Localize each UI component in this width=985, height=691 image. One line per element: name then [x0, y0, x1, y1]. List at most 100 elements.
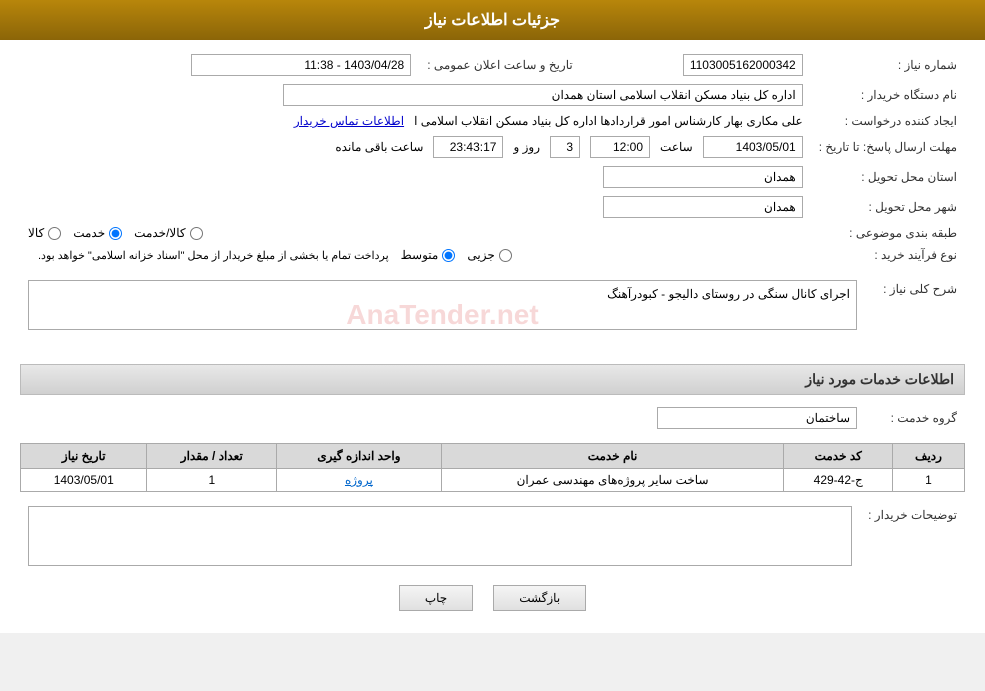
col-date: تاریخ نیاز: [21, 444, 147, 469]
info-table: شماره نیاز : 1103005162000342 تاریخ و سا…: [20, 50, 965, 266]
creator-text: علی مکاری بهار کارشناس امور قراردادها اد…: [414, 114, 803, 128]
category-kala-khadamat-item: کالا/خدمت: [134, 226, 202, 240]
print-button[interactable]: چاپ: [399, 585, 473, 611]
cell-service-code: ج-42-429: [784, 469, 893, 492]
need-number-label: شماره نیاز :: [811, 50, 965, 80]
buyer-desc-row: توضیحات خریدار :: [20, 502, 965, 573]
page-wrapper: جزئیات اطلاعات نیاز شماره نیاز : 1103005…: [0, 0, 985, 633]
cell-service-name: ساخت سایر پروژه‌های مهندسی عمران: [441, 469, 784, 492]
process-note: پرداخت تمام یا بخشی از مبلغ خریدار از مح…: [38, 249, 389, 262]
col-service-name: نام خدمت: [441, 444, 784, 469]
services-table: ردیف کد خدمت نام خدمت واحد اندازه گیری ت…: [20, 443, 965, 492]
service-group-value-cell: ساختمان: [20, 403, 865, 433]
process-label: نوع فرآیند خرید :: [811, 244, 965, 266]
table-header-row: ردیف کد خدمت نام خدمت واحد اندازه گیری ت…: [21, 444, 965, 469]
page-title: جزئیات اطلاعات نیاز: [425, 12, 560, 29]
need-number-value: 1103005162000342: [581, 50, 811, 80]
category-options: کالا خدمت کالا/خدمت: [20, 222, 811, 244]
process-radio-group: پرداخت تمام یا بخشی از مبلغ خریدار از مح…: [28, 248, 803, 262]
cell-unit: پروژه: [277, 469, 441, 492]
announce-label: تاریخ و ساعت اعلان عمومی :: [419, 50, 581, 80]
category-radio-group: کالا خدمت کالا/خدمت: [28, 226, 803, 240]
process-jozyi-item: جزیی: [467, 248, 511, 262]
service-group-field: ساختمان: [657, 407, 857, 429]
col-row-num: ردیف: [892, 444, 964, 469]
content-area: شماره نیاز : 1103005162000342 تاریخ و سا…: [0, 40, 985, 633]
col-unit: واحد اندازه گیری: [277, 444, 441, 469]
category-khadamat-label: خدمت: [73, 226, 105, 240]
need-number-row: شماره نیاز : 1103005162000342 تاریخ و سا…: [20, 50, 965, 80]
announce-value: 1403/04/28 - 11:38: [20, 50, 419, 80]
city-label: شهر محل تحویل :: [811, 192, 965, 222]
services-table-head: ردیف کد خدمت نام خدمت واحد اندازه گیری ت…: [21, 444, 965, 469]
announce-field: 1403/04/28 - 11:38: [191, 54, 411, 76]
buyer-desc-textarea[interactable]: [28, 506, 852, 566]
page-header: جزئیات اطلاعات نیاز: [0, 0, 985, 40]
buyer-desc-value-cell: [20, 502, 860, 573]
services-section-title: اطلاعات خدمات مورد نیاز: [20, 364, 965, 395]
deadline-time-field: 12:00: [590, 136, 650, 158]
province-field: همدان: [603, 166, 803, 188]
deadline-value: 1403/05/01 ساعت 12:00 3 روز و 23:43:17 س…: [20, 132, 811, 162]
category-kala-item: کالا: [28, 226, 61, 240]
category-kala-radio[interactable]: [48, 227, 61, 240]
deadline-days-field: 3: [550, 136, 580, 158]
process-motavaset-label: متوسط: [401, 248, 439, 262]
creator-row: ایجاد کننده درخواست : علی مکاری بهار کار…: [20, 110, 965, 132]
category-kala-khadamat-label: کالا/خدمت: [134, 226, 185, 240]
col-quantity: تعداد / مقدار: [147, 444, 277, 469]
city-value: همدان: [20, 192, 811, 222]
description-value-cell: اجرای کانال سنگی در روستای دالیجو - کبود…: [20, 276, 865, 354]
process-row: نوع فرآیند خرید : پرداخت تمام یا بخشی از…: [20, 244, 965, 266]
cell-row-num: 1: [892, 469, 964, 492]
buyer-org-label: نام دستگاه خریدار :: [811, 80, 965, 110]
creator-value: علی مکاری بهار کارشناس امور قراردادها اد…: [20, 110, 811, 132]
need-number-field: 1103005162000342: [683, 54, 803, 76]
deadline-time-label: ساعت: [660, 140, 693, 154]
button-row: بازگشت چاپ: [20, 585, 965, 611]
province-row: استان محل تحویل : همدان: [20, 162, 965, 192]
service-group-label: گروه خدمت :: [865, 403, 965, 433]
province-value: همدان: [20, 162, 811, 192]
process-options: پرداخت تمام یا بخشی از مبلغ خریدار از مح…: [20, 244, 811, 266]
description-area: اجرای کانال سنگی در روستای دالیجو - کبود…: [28, 280, 857, 350]
category-kala-khadamat-radio[interactable]: [190, 227, 203, 240]
category-row: طبقه بندی موضوعی : کالا خدمت کالا/خدمت: [20, 222, 965, 244]
description-label: شرح کلی نیاز :: [865, 276, 965, 354]
creator-link[interactable]: اطلاعات تماس خریدار: [294, 114, 404, 128]
service-group-table: گروه خدمت : ساختمان: [20, 403, 965, 433]
description-table: شرح کلی نیاز : اجرای کانال سنگی در روستا…: [20, 276, 965, 354]
buyer-desc-label: توضیحات خریدار :: [860, 502, 965, 573]
cell-date: 1403/05/01: [21, 469, 147, 492]
back-button[interactable]: بازگشت: [493, 585, 586, 611]
process-motavaset-item: متوسط: [401, 248, 456, 262]
city-row: شهر محل تحویل : همدان: [20, 192, 965, 222]
buyer-org-value: اداره کل بنیاد مسکن انقلاب اسلامی استان …: [20, 80, 811, 110]
deadline-remaining-label: ساعت باقی مانده: [335, 140, 423, 154]
services-table-body: 1 ج-42-429 ساخت سایر پروژه‌های مهندسی عم…: [21, 469, 965, 492]
buyer-org-row: نام دستگاه خریدار : اداره کل بنیاد مسکن …: [20, 80, 965, 110]
deadline-date-field: 1403/05/01: [703, 136, 803, 158]
service-group-row: گروه خدمت : ساختمان: [20, 403, 965, 433]
description-row: شرح کلی نیاز : اجرای کانال سنگی در روستا…: [20, 276, 965, 354]
creator-label: ایجاد کننده درخواست :: [811, 110, 965, 132]
category-khadamat-item: خدمت: [73, 226, 122, 240]
process-jozyi-label: جزیی: [467, 248, 494, 262]
deadline-days-label: روز و: [513, 140, 540, 154]
category-khadamat-radio[interactable]: [109, 227, 122, 240]
deadline-label: مهلت ارسال پاسخ: تا تاریخ :: [811, 132, 965, 162]
col-service-code: کد خدمت: [784, 444, 893, 469]
province-label: استان محل تحویل :: [811, 162, 965, 192]
table-row: 1 ج-42-429 ساخت سایر پروژه‌های مهندسی عم…: [21, 469, 965, 492]
deadline-row: مهلت ارسال پاسخ: تا تاریخ : 1403/05/01 س…: [20, 132, 965, 162]
category-kala-label: کالا: [28, 226, 44, 240]
deadline-remaining-field: 23:43:17: [433, 136, 503, 158]
buyer-org-field: اداره کل بنیاد مسکن انقلاب اسلامی استان …: [283, 84, 803, 106]
category-label: طبقه بندی موضوعی :: [811, 222, 965, 244]
buyer-desc-table: توضیحات خریدار :: [20, 502, 965, 573]
city-field: همدان: [603, 196, 803, 218]
process-motavaset-radio[interactable]: [442, 249, 455, 262]
cell-quantity: 1: [147, 469, 277, 492]
process-jozyi-radio[interactable]: [499, 249, 512, 262]
description-field: اجرای کانال سنگی در روستای دالیجو - کبود…: [28, 280, 857, 330]
